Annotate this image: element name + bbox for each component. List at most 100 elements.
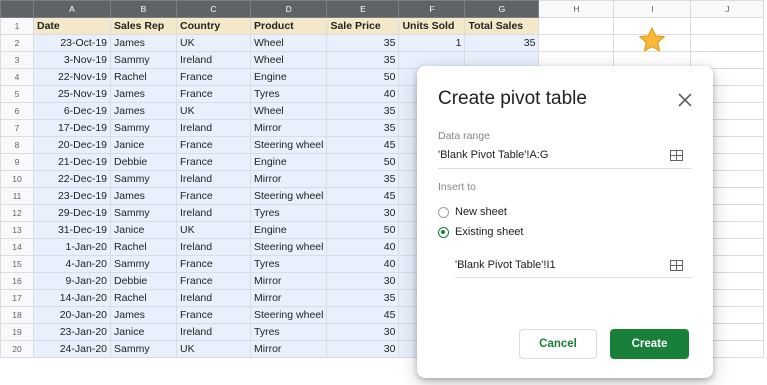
column-header[interactable]: E	[326, 0, 400, 18]
table-cell[interactable]: Mirror	[249, 170, 328, 188]
table-cell[interactable]: Wheel	[249, 51, 328, 69]
table-cell[interactable]: 40	[326, 85, 400, 103]
table-cell[interactable]: Ireland	[176, 323, 251, 341]
header-cell[interactable]: Product	[249, 17, 328, 35]
existing-sheet-input[interactable]: 'Blank Pivot Table'!I1	[455, 259, 556, 271]
table-cell[interactable]: Ireland	[176, 51, 251, 69]
table-cell[interactable]: 40	[326, 238, 400, 256]
row-number[interactable]: 15	[0, 255, 34, 273]
header-cell[interactable]: Sales Rep	[110, 17, 177, 35]
table-cell[interactable]: France	[176, 255, 251, 273]
table-cell[interactable]: Ireland	[176, 238, 251, 256]
row-number[interactable]: 12	[0, 204, 34, 222]
row-number[interactable]: 4	[0, 68, 34, 86]
table-cell[interactable]: France	[176, 272, 251, 290]
table-cell[interactable]: Rachel	[110, 238, 177, 256]
table-cell[interactable]: 4-Jan-20	[33, 255, 111, 273]
row-number[interactable]: 6	[0, 102, 34, 120]
table-cell[interactable]: Engine	[249, 153, 328, 171]
table-cell[interactable]: Debbie	[110, 153, 177, 171]
table-cell[interactable]: 35	[326, 289, 400, 307]
table-cell[interactable]: 35	[326, 102, 400, 120]
table-cell[interactable]: 50	[326, 221, 400, 239]
row-number[interactable]: 14	[0, 238, 34, 256]
table-cell[interactable]: 17-Dec-19	[33, 119, 111, 137]
table-cell[interactable]: 1-Jan-20	[33, 238, 111, 256]
table-cell[interactable]: 35	[326, 34, 400, 52]
table-cell[interactable]: Mirror	[249, 289, 328, 307]
table-cell[interactable]: 30	[326, 323, 400, 341]
table-cell[interactable]: Ireland	[176, 170, 251, 188]
table-cell[interactable]: Debbie	[110, 272, 177, 290]
row-number[interactable]: 20	[0, 340, 34, 358]
table-cell[interactable]: 24-Jan-20	[33, 340, 111, 358]
table-cell[interactable]: 35	[326, 51, 400, 69]
column-header[interactable]: I	[613, 0, 692, 18]
header-cell[interactable]: Country	[176, 17, 251, 35]
table-cell[interactable]: UK	[176, 221, 251, 239]
table-cell[interactable]: 1	[398, 34, 466, 52]
table-cell[interactable]: Rachel	[110, 68, 177, 86]
close-button[interactable]	[673, 88, 697, 112]
cancel-button[interactable]: Cancel	[519, 329, 597, 359]
table-cell[interactable]: James	[110, 34, 177, 52]
table-cell[interactable]: 35	[326, 119, 400, 137]
table-cell[interactable]: James	[110, 306, 177, 324]
row-number[interactable]: 16	[0, 272, 34, 290]
table-cell[interactable]: France	[176, 306, 251, 324]
table-cell[interactable]: Wheel	[249, 102, 328, 120]
table-cell[interactable]: 14-Jan-20	[33, 289, 111, 307]
table-cell[interactable]: Steering wheel	[249, 306, 328, 324]
table-cell[interactable]: 3-Nov-19	[33, 51, 111, 69]
table-cell[interactable]: Janice	[110, 221, 177, 239]
table-cell[interactable]: 6-Dec-19	[33, 102, 111, 120]
row-number[interactable]: 3	[0, 51, 34, 69]
table-cell[interactable]: 23-Jan-20	[33, 323, 111, 341]
table-cell[interactable]: Wheel	[249, 34, 328, 52]
table-cell[interactable]: Tyres	[249, 323, 328, 341]
table-cell[interactable]: 23-Oct-19	[33, 34, 111, 52]
row-number[interactable]: 10	[0, 170, 34, 188]
table-cell[interactable]: Tyres	[249, 85, 328, 103]
header-cell[interactable]: Date	[33, 17, 111, 35]
table-cell[interactable]: 50	[326, 68, 400, 86]
row-number[interactable]: 13	[0, 221, 34, 239]
table-cell[interactable]: Sammy	[110, 170, 177, 188]
table-cell[interactable]: UK	[176, 34, 251, 52]
table-cell[interactable]: 9-Jan-20	[33, 272, 111, 290]
table-cell[interactable]: France	[176, 136, 251, 154]
table-cell[interactable]: France	[176, 68, 251, 86]
table-cell[interactable]: UK	[176, 340, 251, 358]
table-cell[interactable]: France	[176, 85, 251, 103]
table-cell[interactable]: James	[110, 102, 177, 120]
empty-cell[interactable]	[538, 34, 615, 52]
existing-sheet-option[interactable]: Existing sheet	[438, 226, 523, 238]
table-cell[interactable]: Janice	[110, 323, 177, 341]
row-number[interactable]: 2	[0, 34, 34, 52]
column-header[interactable]: F	[398, 0, 466, 18]
data-range-input[interactable]: 'Blank Pivot Table'!A:G	[438, 149, 548, 161]
header-cell[interactable]: Total Sales	[464, 17, 540, 35]
table-cell[interactable]: 22-Nov-19	[33, 68, 111, 86]
table-cell[interactable]: Mirror	[249, 272, 328, 290]
column-header[interactable]: J	[690, 0, 765, 18]
table-cell[interactable]: 23-Dec-19	[33, 187, 111, 205]
table-cell[interactable]: Steering wheel	[249, 136, 328, 154]
table-cell[interactable]: 30	[326, 204, 400, 222]
create-button[interactable]: Create	[610, 329, 689, 359]
table-cell[interactable]: Mirror	[249, 119, 328, 137]
table-cell[interactable]: James	[110, 187, 177, 205]
table-cell[interactable]: Steering wheel	[249, 238, 328, 256]
row-number[interactable]: 9	[0, 153, 34, 171]
empty-cell[interactable]	[690, 34, 765, 52]
row-number[interactable]: 17	[0, 289, 34, 307]
radio-selected[interactable]	[438, 226, 449, 238]
new-sheet-option[interactable]: New sheet	[438, 206, 507, 218]
row-number[interactable]: 11	[0, 187, 34, 205]
row-number[interactable]: 18	[0, 306, 34, 324]
table-cell[interactable]: Tyres	[249, 255, 328, 273]
table-cell[interactable]: Sammy	[110, 204, 177, 222]
table-cell[interactable]: Sammy	[110, 255, 177, 273]
table-cell[interactable]: 45	[326, 306, 400, 324]
table-cell[interactable]: Sammy	[110, 340, 177, 358]
